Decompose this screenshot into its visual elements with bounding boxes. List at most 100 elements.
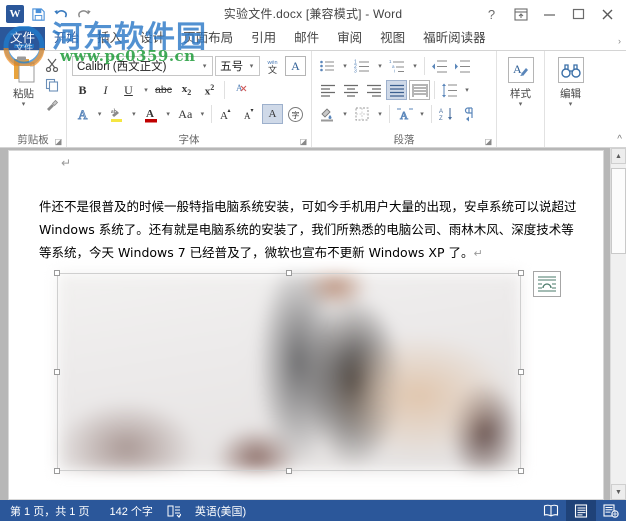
language-indicator[interactable]: 英语(美国) bbox=[185, 500, 256, 521]
tabstrip-overflow-icon[interactable]: › bbox=[618, 36, 626, 50]
enclose-characters-icon[interactable]: 字 bbox=[285, 104, 306, 124]
tab-file[interactable]: 文件 bbox=[0, 27, 46, 50]
text-effects-caret-icon[interactable]: ▾ bbox=[95, 110, 104, 118]
subscript-button[interactable]: x2 bbox=[176, 80, 197, 100]
word-count[interactable]: 142 个字 bbox=[99, 500, 162, 521]
print-layout-view-button[interactable] bbox=[566, 500, 596, 521]
text-align-caret-icon[interactable]: ▾ bbox=[417, 110, 427, 118]
document-page[interactable]: ↵ 件还不是很普及的时候一般特指电脑系统安装，可如今手机用户大量的出现，安卓系统… bbox=[8, 150, 604, 500]
collapse-ribbon-icon[interactable]: ^ bbox=[617, 134, 622, 145]
font-name-caret-icon[interactable]: ▾ bbox=[198, 62, 211, 70]
tab-review[interactable]: 审阅 bbox=[328, 28, 371, 50]
underline-button[interactable]: U bbox=[118, 80, 139, 100]
document-paragraph[interactable]: 件还不是很普及的时候一般特指电脑系统安装，可如今手机用户大量的出现，安卓系统可以… bbox=[39, 195, 579, 265]
show-marks-icon[interactable] bbox=[459, 104, 480, 124]
numbering-caret-icon[interactable]: ▾ bbox=[375, 62, 385, 70]
borders-caret-icon[interactable]: ▾ bbox=[375, 110, 385, 118]
justify-button[interactable] bbox=[386, 80, 407, 100]
read-mode-view-button[interactable] bbox=[536, 500, 566, 521]
change-case-caret-icon[interactable]: ▾ bbox=[198, 110, 207, 118]
tab-insert[interactable]: 插入 bbox=[88, 28, 131, 50]
resize-handle-middle-right[interactable] bbox=[518, 369, 524, 375]
multilevel-caret-icon[interactable]: ▾ bbox=[410, 62, 420, 70]
styles-caret-icon[interactable]: ▾ bbox=[519, 101, 523, 109]
borders-icon[interactable] bbox=[352, 104, 373, 124]
text-align-icon[interactable]: A bbox=[394, 104, 415, 124]
shading-icon[interactable] bbox=[317, 104, 338, 124]
scrollbar-thumb[interactable] bbox=[611, 168, 626, 254]
styles-icon[interactable]: A bbox=[507, 57, 534, 83]
character-border-icon[interactable]: A bbox=[285, 56, 306, 76]
close-button[interactable] bbox=[593, 1, 622, 27]
vertical-scrollbar[interactable]: ▲ ▼ bbox=[610, 148, 626, 500]
tab-mailings[interactable]: 邮件 bbox=[285, 28, 328, 50]
numbering-icon[interactable]: 123 bbox=[352, 56, 373, 76]
text-effects-icon[interactable]: A bbox=[72, 104, 93, 124]
web-layout-view-button[interactable] bbox=[596, 500, 626, 521]
paragraph-dialog-launcher[interactable]: ◪ bbox=[484, 137, 493, 146]
shrink-font-icon[interactable]: A bbox=[239, 104, 260, 124]
tab-foxit-reader[interactable]: 福昕阅读器 bbox=[414, 28, 495, 50]
underline-caret-icon[interactable]: ▾ bbox=[141, 86, 151, 94]
copy-icon[interactable] bbox=[42, 76, 61, 94]
paste-button[interactable]: 粘贴 ▾ bbox=[5, 55, 42, 108]
bullets-icon[interactable] bbox=[317, 56, 338, 76]
ribbon-group-styles[interactable]: A 样式 ▾ bbox=[496, 51, 544, 147]
page-info[interactable]: 第 1 页，共 1 页 bbox=[0, 500, 99, 521]
italic-button[interactable]: I bbox=[95, 80, 116, 100]
resize-handle-middle-left[interactable] bbox=[54, 369, 60, 375]
ribbon-group-editing[interactable]: 编辑 ▾ bbox=[544, 51, 596, 147]
scroll-up-button[interactable]: ▲ bbox=[611, 148, 626, 164]
minimize-button[interactable] bbox=[535, 1, 564, 27]
character-shading-button[interactable]: A bbox=[261, 104, 283, 124]
font-name-input[interactable]: Calibri (西文正文) ▾ bbox=[72, 56, 214, 76]
tab-page-layout[interactable]: 页面布局 bbox=[174, 28, 242, 50]
layout-options-button[interactable] bbox=[533, 271, 561, 297]
phonetic-guide-icon[interactable]: wén 文 bbox=[262, 56, 283, 76]
inserted-picture[interactable] bbox=[54, 270, 524, 474]
resize-handle-bottom-left[interactable] bbox=[54, 468, 60, 474]
cut-icon[interactable] bbox=[42, 56, 61, 74]
distribute-button[interactable] bbox=[409, 80, 430, 100]
font-size-input[interactable]: 五号 ▾ bbox=[215, 56, 260, 76]
font-dialog-launcher[interactable]: ◪ bbox=[299, 137, 308, 146]
bullets-caret-icon[interactable]: ▾ bbox=[340, 62, 350, 70]
align-left-button[interactable] bbox=[317, 80, 338, 100]
resize-handle-bottom-right[interactable] bbox=[518, 468, 524, 474]
superscript-button[interactable]: x2 bbox=[199, 80, 220, 100]
paste-caret-icon[interactable]: ▾ bbox=[22, 101, 26, 108]
binoculars-icon[interactable] bbox=[557, 57, 584, 83]
clipboard-dialog-launcher[interactable]: ◪ bbox=[54, 137, 63, 146]
help-icon[interactable]: ? bbox=[477, 1, 506, 27]
font-size-caret-icon[interactable]: ▾ bbox=[245, 62, 258, 70]
tab-home[interactable]: 开始 bbox=[45, 28, 88, 50]
resize-handle-top-left[interactable] bbox=[54, 270, 60, 276]
resize-handle-top-right[interactable] bbox=[518, 270, 524, 276]
format-painter-icon[interactable] bbox=[42, 96, 61, 114]
increase-indent-icon[interactable] bbox=[452, 56, 473, 76]
line-spacing-icon[interactable] bbox=[439, 80, 460, 100]
font-color-caret-icon[interactable]: ▾ bbox=[164, 110, 173, 118]
tab-view[interactable]: 视图 bbox=[371, 28, 414, 50]
font-color-icon[interactable]: A bbox=[141, 104, 162, 124]
align-center-button[interactable] bbox=[340, 80, 361, 100]
text-highlight-color-icon[interactable]: ab bbox=[106, 104, 127, 124]
strikethrough-button[interactable]: abc bbox=[153, 80, 174, 100]
ribbon-display-options-icon[interactable] bbox=[506, 1, 535, 27]
tab-design[interactable]: 设计 bbox=[131, 28, 174, 50]
decrease-indent-icon[interactable] bbox=[429, 56, 450, 76]
resize-handle-bottom-center[interactable] bbox=[286, 468, 292, 474]
multilevel-list-icon[interactable]: 1ai bbox=[387, 56, 408, 76]
line-spacing-caret-icon[interactable]: ▾ bbox=[462, 86, 472, 94]
shading-caret-icon[interactable]: ▾ bbox=[340, 110, 350, 118]
highlight-caret-icon[interactable]: ▾ bbox=[129, 110, 138, 118]
tab-references[interactable]: 引用 bbox=[242, 28, 285, 50]
bold-button[interactable]: B bbox=[72, 80, 93, 100]
editing-caret-icon[interactable]: ▾ bbox=[569, 101, 573, 109]
resize-handle-top-center[interactable] bbox=[286, 270, 292, 276]
sort-icon[interactable]: AZ bbox=[436, 104, 457, 124]
clear-formatting-icon[interactable]: A bbox=[229, 80, 250, 100]
change-case-icon[interactable]: Aa bbox=[175, 104, 196, 124]
align-right-button[interactable] bbox=[363, 80, 384, 100]
grow-font-icon[interactable]: A bbox=[216, 104, 237, 124]
